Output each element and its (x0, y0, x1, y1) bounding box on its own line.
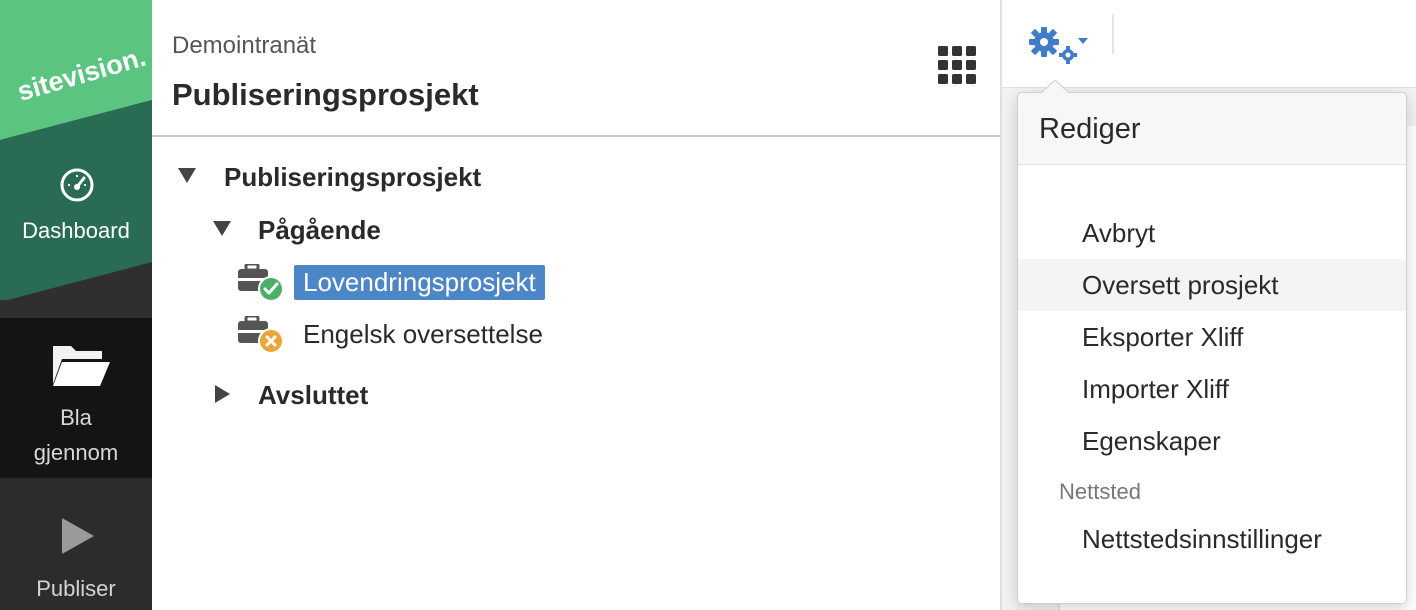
nav-browse-label-line1: Bla (60, 405, 92, 430)
toolbar-separator (1112, 14, 1114, 54)
menu-item-label: Egenskaper (1082, 425, 1221, 456)
menu-section-header: Nettsted (1059, 479, 1141, 504)
tree-item-finished[interactable]: Avsluttet (258, 375, 368, 415)
menu-item-label: Oversett prosjekt (1082, 269, 1279, 300)
sitevision-logo: sitevision. (0, 0, 152, 300)
nav-browse-label: Bla gjennom (0, 400, 152, 470)
nav-publish[interactable]: Publiser (0, 478, 152, 610)
left-rail: sitevision. Dashboard Bla gjennom Publis… (0, 0, 152, 610)
gauge-icon (60, 168, 94, 202)
tree-item-finished-label: Avsluttet (258, 379, 369, 410)
panel-header: Demointranät Publiseringsprosjekt (152, 0, 1000, 137)
grid-icon[interactable] (937, 45, 977, 85)
menu-pointer (1040, 80, 1070, 94)
tree-item-project[interactable]: Engelsk oversettelse (303, 314, 543, 354)
tree-item-ongoing[interactable]: Pågående (258, 210, 381, 250)
tree-item-project[interactable]: Lovendringsprosjekt (294, 262, 545, 302)
menu-item-translate[interactable]: Oversett prosjekt (1018, 259, 1406, 311)
folder-open-icon (53, 346, 110, 386)
chevron-down-icon[interactable] (213, 221, 231, 237)
chevron-right-icon[interactable] (215, 385, 231, 403)
menu-item-label: Avbryt (1082, 217, 1156, 248)
tree-item-root[interactable]: Publiseringsprosjekt (224, 157, 481, 197)
edit-menu-title: Rediger (1039, 113, 1141, 145)
menu-item-properties[interactable]: Egenskaper (1018, 415, 1406, 467)
tree-item-project-label: Lovendringsprosjekt (294, 264, 545, 300)
gears-icon[interactable] (1028, 26, 1092, 66)
nav-publish-label: Publiser (36, 576, 116, 601)
briefcase-rejected-icon (238, 316, 284, 354)
menu-item-site-settings[interactable]: Nettstedsinnstillinger (1018, 513, 1406, 565)
site-name: Demointranät (172, 32, 317, 59)
menu-item-label: Eksporter Xliff (1082, 321, 1244, 352)
menu-item-export-xliff[interactable]: Eksporter Xliff (1018, 311, 1406, 363)
briefcase-approved-icon (238, 264, 284, 302)
edit-menu-header: Rediger (1018, 93, 1406, 165)
tree-item-project-label: Engelsk oversettelse (303, 318, 543, 349)
menu-item-import-xliff[interactable]: Importer Xliff (1018, 363, 1406, 415)
edit-menu: Rediger Avbryt Oversett prosjekt Eksport… (1017, 92, 1407, 604)
menu-item-label: Nettstedsinnstillinger (1082, 523, 1322, 554)
play-icon (62, 518, 94, 554)
project-panel: Demointranät Publiseringsprosjekt Publis… (152, 0, 1000, 610)
tree-item-ongoing-label: Pågående (258, 214, 381, 245)
menu-item-label: Importer Xliff (1082, 373, 1229, 404)
chevron-down-icon[interactable] (178, 168, 196, 184)
nav-browse[interactable]: Bla gjennom (0, 318, 152, 478)
nav-browse-label-line2: gjennom (33, 440, 119, 465)
menu-item-cancel[interactable]: Avbryt (1018, 207, 1406, 259)
nav-dashboard-label: Dashboard (22, 218, 130, 243)
page-title: Publiseringsprosjekt (172, 77, 479, 112)
tree-item-root-label: Publiseringsprosjekt (224, 161, 482, 192)
